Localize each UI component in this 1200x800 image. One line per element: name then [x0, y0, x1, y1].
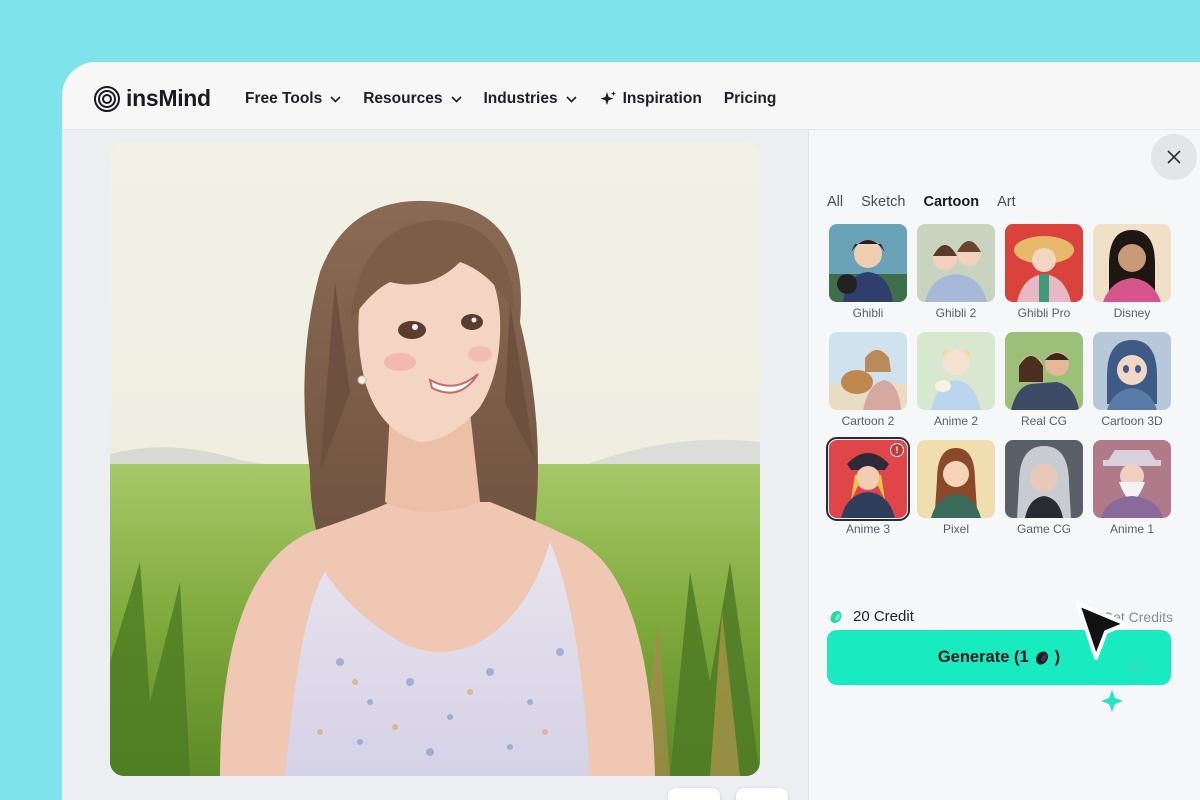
app-window: insMind Free Tools Resources Industries … — [62, 62, 1200, 800]
preview-image — [110, 142, 760, 776]
style-label: Anime 3 — [845, 522, 891, 536]
nav-label: Pricing — [723, 90, 777, 107]
style-thumbnail — [1093, 224, 1171, 302]
credit-amount: 20 Credit — [853, 608, 914, 625]
style-thumbnail: ! — [826, 437, 910, 521]
style-label: Ghibli Pro — [1017, 306, 1071, 320]
nav-inspiration[interactable]: Inspiration — [599, 90, 702, 108]
brand-name: insMind — [126, 85, 211, 111]
credit-balance: 20 Credit — [829, 608, 914, 625]
tab-cartoon[interactable]: Cartoon — [923, 194, 979, 210]
style-thumbnail — [1005, 332, 1083, 410]
style-ghibli-pro[interactable]: Ghibli Pro — [1005, 224, 1083, 320]
style-label: Pixel — [942, 522, 969, 536]
style-game-cg[interactable]: Game CG — [1005, 440, 1083, 536]
upload-button[interactable] — [736, 788, 788, 800]
anime-portrait-illustration — [110, 142, 760, 776]
style-label: Anime 2 — [933, 414, 979, 428]
nav-label: Free Tools — [245, 90, 323, 107]
top-navigation: insMind Free Tools Resources Industries … — [62, 62, 1200, 130]
sparkle-icon — [1101, 652, 1155, 712]
close-button[interactable] — [1151, 134, 1197, 180]
style-label: Game CG — [1016, 522, 1071, 536]
style-thumbnail — [829, 332, 907, 410]
nav-free-tools[interactable]: Free Tools — [245, 90, 341, 108]
nav-label: Resources — [363, 90, 443, 107]
style-thumbnail — [1005, 440, 1083, 518]
style-label: Ghibli — [852, 306, 884, 320]
nav-industries[interactable]: Industries — [484, 90, 577, 108]
style-real-cg[interactable]: Real CG — [1005, 332, 1083, 428]
style-ghibli[interactable]: Ghibli — [829, 224, 907, 320]
style-label: Cartoon 3D — [1101, 414, 1163, 428]
generate-label-suffix: ) — [1054, 648, 1061, 666]
compare-button[interactable] — [668, 788, 720, 800]
chevron-down-icon — [330, 95, 341, 103]
style-thumbnail — [917, 332, 995, 410]
style-thumbnail — [829, 224, 907, 302]
style-pixel[interactable]: Pixel — [917, 440, 995, 536]
style-anime-1[interactable]: Anime 1 — [1093, 440, 1171, 536]
style-label: Ghibli 2 — [935, 306, 977, 320]
nav-label: Industries — [483, 90, 558, 107]
style-thumbnail — [1005, 224, 1083, 302]
insmind-logo-icon — [94, 85, 120, 112]
style-grid: Ghibli Ghibli 2 Ghibli Pro Disney Cartoo… — [826, 224, 1171, 536]
sparkle-icon — [600, 91, 616, 105]
style-cartoon-3d[interactable]: Cartoon 3D — [1093, 332, 1171, 428]
nav-label: Inspiration — [622, 90, 702, 107]
nav-pricing[interactable]: Pricing — [724, 90, 777, 108]
close-icon — [1167, 150, 1181, 164]
style-thumbnail — [1093, 440, 1171, 518]
tab-art[interactable]: Art — [997, 194, 1016, 210]
style-thumbnail — [1093, 332, 1171, 410]
chevron-down-icon — [566, 95, 577, 103]
style-label: Real CG — [1020, 414, 1067, 428]
brand-logo[interactable]: insMind — [94, 85, 211, 112]
style-label: Cartoon 2 — [841, 414, 895, 428]
style-tabs: All Sketch Cartoon Art — [827, 194, 1016, 210]
style-thumbnail — [917, 224, 995, 302]
style-anime-2[interactable]: Anime 2 — [917, 332, 995, 428]
tab-all[interactable]: All — [827, 194, 843, 210]
style-ghibli-2[interactable]: Ghibli 2 — [917, 224, 995, 320]
style-label: Disney — [1113, 306, 1151, 320]
style-anime-3[interactable]: ! Anime 3 — [826, 437, 910, 536]
info-badge-icon: ! — [890, 443, 904, 457]
main-nav: Free Tools Resources Industries Inspirat… — [245, 90, 798, 108]
generate-label: Generate (1 — [937, 648, 1029, 666]
credit-coin-icon — [830, 610, 842, 623]
style-label: Anime 1 — [1109, 522, 1155, 536]
style-disney[interactable]: Disney — [1093, 224, 1171, 320]
credit-coin-icon — [1035, 650, 1048, 665]
style-thumbnail — [917, 440, 995, 518]
chevron-down-icon — [450, 95, 462, 103]
style-cartoon-2[interactable]: Cartoon 2 — [829, 332, 907, 428]
canvas-area — [62, 130, 808, 800]
nav-resources[interactable]: Resources — [363, 90, 462, 108]
tab-sketch[interactable]: Sketch — [861, 194, 905, 210]
